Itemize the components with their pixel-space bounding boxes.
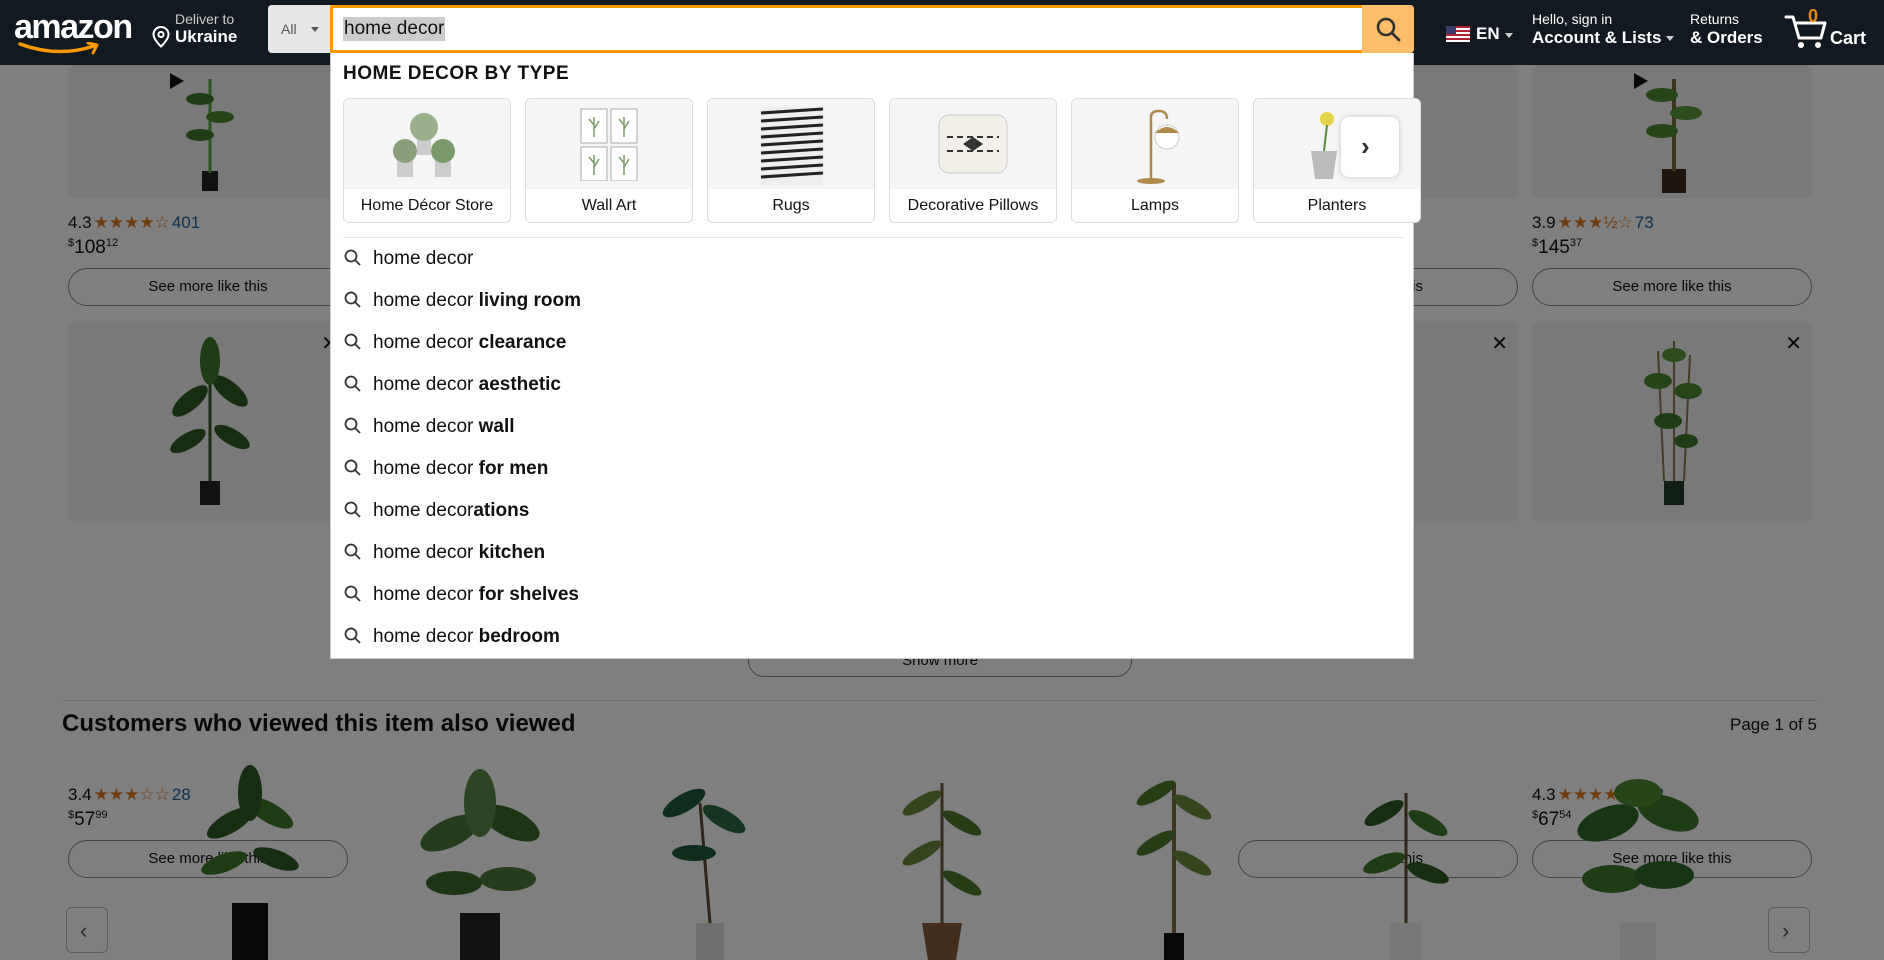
thumbnail <box>708 99 874 189</box>
search-icon <box>344 585 361 602</box>
suggestion-item[interactable]: home decor aesthetic <box>343 364 1403 406</box>
caret-down-icon <box>1505 33 1513 38</box>
thumbnail <box>1072 99 1238 189</box>
search-icon <box>344 459 361 476</box>
cart-button[interactable]: 0 Cart <box>1784 6 1880 56</box>
smile-arrow-icon <box>18 42 99 55</box>
us-flag-icon <box>1446 26 1470 42</box>
search-suggestions-dropdown: HOME DECOR BY TYPE Home Décor Store Wall… <box>330 53 1421 659</box>
search-query-text: home decor <box>343 17 446 41</box>
suggestion-item[interactable]: home decor living room <box>343 280 1403 322</box>
type-tile-wall-art[interactable]: Wall Art <box>525 98 693 223</box>
search-input[interactable]: home decor <box>330 5 1364 53</box>
location-pin-icon <box>152 26 170 48</box>
wall-art-icon <box>580 108 638 181</box>
cart-icon <box>1784 15 1827 48</box>
search-bar: All home decor <box>268 5 1414 53</box>
account-and-lists[interactable]: Hello, sign in Account & Lists <box>1532 11 1675 48</box>
type-tile-decorative-pillows[interactable]: Decorative Pillows <box>889 98 1057 223</box>
type-tile-rugs[interactable]: Rugs <box>707 98 875 223</box>
search-icon <box>344 501 361 518</box>
suggestion-item[interactable]: home decor bedroom <box>343 616 1403 658</box>
type-tile-home-decor-store[interactable]: Home Décor Store <box>343 98 511 223</box>
search-icon <box>344 291 361 308</box>
type-carousel-next-button[interactable]: › <box>1341 117 1399 177</box>
suggestion-item[interactable]: home decor kitchen <box>343 532 1403 574</box>
search-icon <box>344 543 361 560</box>
lamp-icon <box>1137 109 1180 184</box>
suggestion-item[interactable]: home decorations <box>343 490 1403 532</box>
search-category-dropdown[interactable]: All <box>268 5 330 53</box>
cart-count: 0 <box>1808 6 1819 26</box>
pillow-icon <box>938 114 1008 174</box>
search-icon <box>1376 17 1401 42</box>
search-submit-button[interactable] <box>1362 5 1414 53</box>
rug-icon <box>760 107 824 185</box>
caret-down-icon <box>311 27 319 32</box>
home-decor-by-type-title: HOME DECOR BY TYPE <box>343 63 570 84</box>
type-tile-lamps[interactable]: Lamps <box>1071 98 1239 223</box>
suggestion-item[interactable]: home decor clearance <box>343 322 1403 364</box>
caret-down-icon <box>1666 36 1675 42</box>
suggestion-item[interactable]: home decor <box>343 238 1403 280</box>
chevron-right-icon: › <box>1361 131 1370 161</box>
search-icon <box>344 249 361 266</box>
thumbnail <box>344 99 510 189</box>
suggestion-item[interactable]: home decor for shelves <box>343 574 1403 616</box>
thumbnail <box>526 99 692 189</box>
search-icon <box>344 333 361 350</box>
amazon-logo[interactable]: amazon <box>12 6 133 58</box>
suggestion-item[interactable]: home decor for men <box>343 448 1403 490</box>
search-icon <box>344 627 361 644</box>
thumbnail <box>890 99 1056 189</box>
suggestion-item[interactable]: home decor wall <box>343 406 1403 448</box>
potted-plants-icon <box>393 113 455 177</box>
returns-and-orders[interactable]: Returns & Orders <box>1690 11 1763 48</box>
search-icon <box>344 375 361 392</box>
search-icon <box>344 417 361 434</box>
